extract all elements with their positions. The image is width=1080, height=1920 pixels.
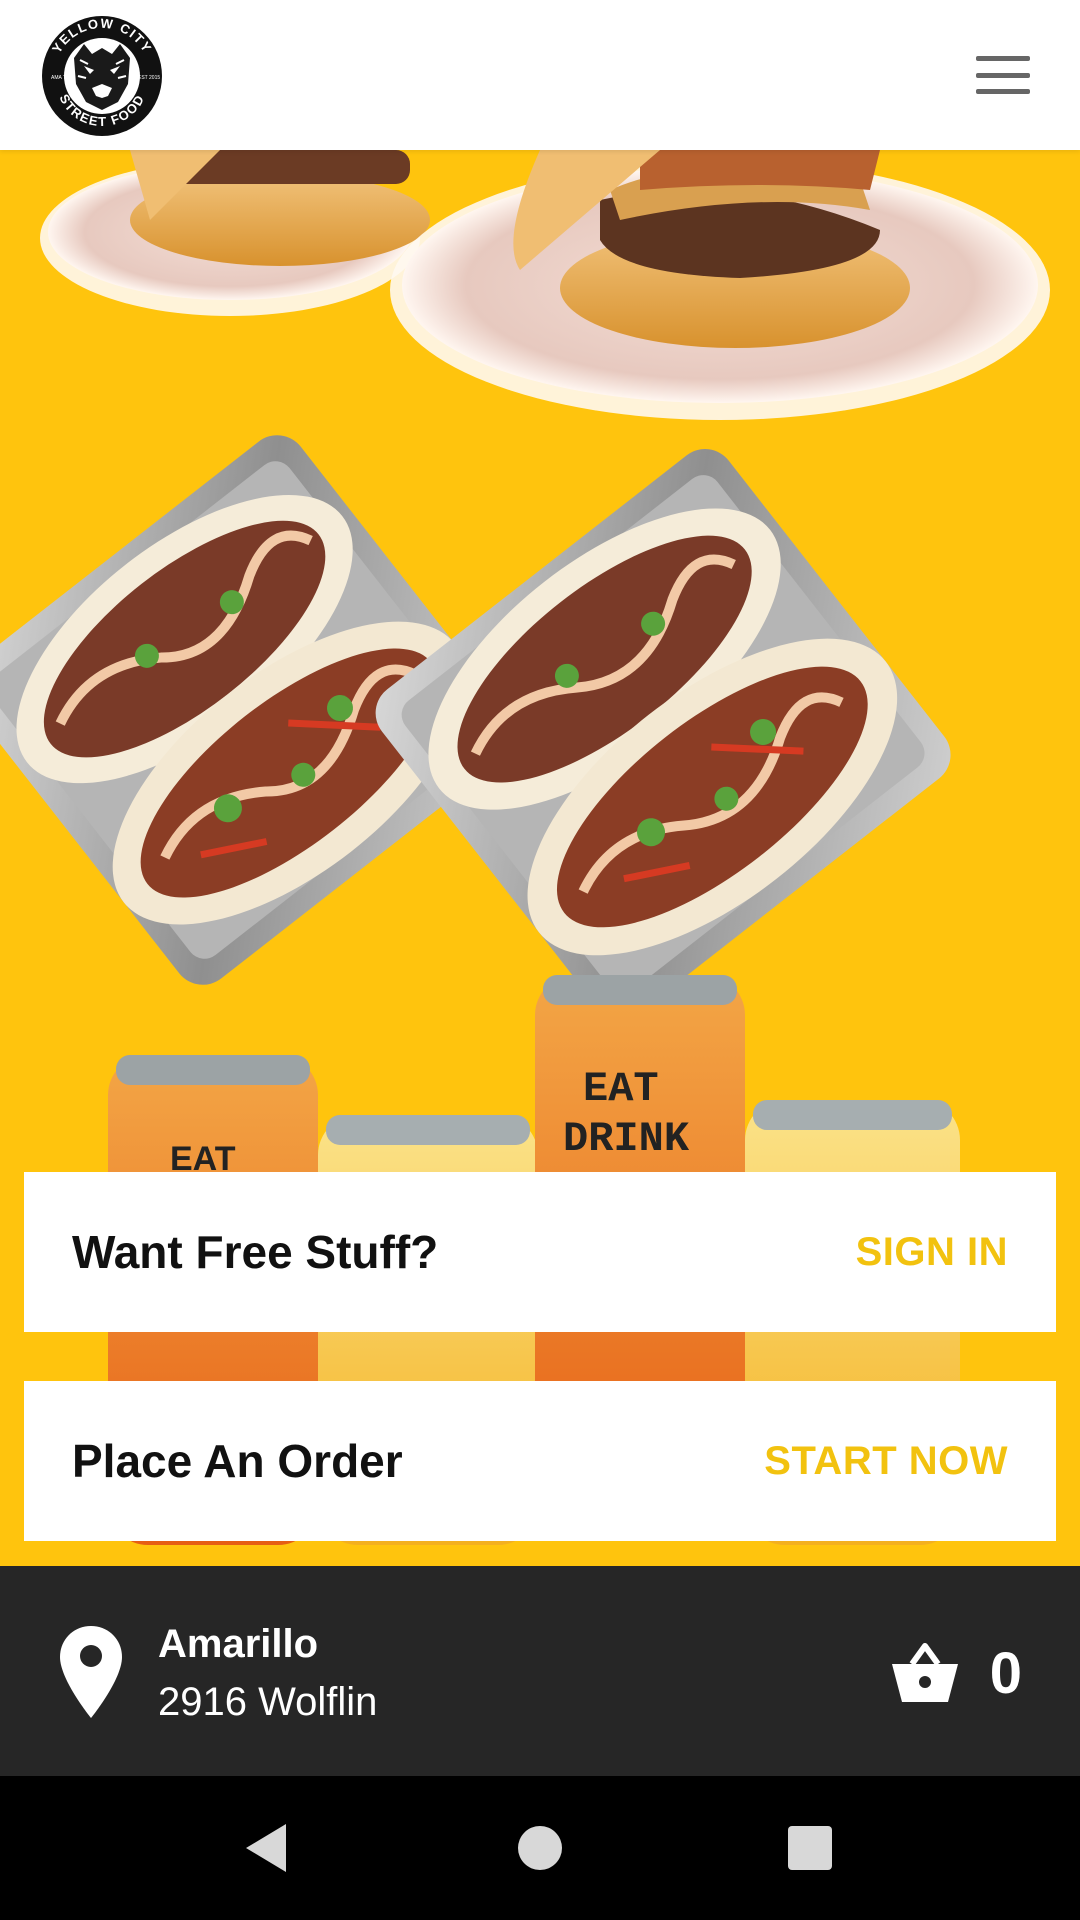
hero-food-image: EAT EAT DRINK bbox=[0, 150, 1080, 1566]
app-header: YELLOW CITY STREET FOOD AMA TX EST 2015 bbox=[0, 0, 1080, 150]
map-pin-icon bbox=[58, 1624, 124, 1720]
burger-plate-left bbox=[40, 150, 430, 316]
recents-square-icon[interactable] bbox=[778, 1816, 842, 1880]
start-now-button[interactable]: START NOW bbox=[764, 1439, 1008, 1484]
sign-in-card[interactable]: Want Free Stuff? SIGN IN bbox=[24, 1172, 1056, 1332]
can-text-line1: EAT bbox=[583, 1065, 659, 1113]
cart-count: 0 bbox=[989, 1640, 1022, 1706]
location-bar[interactable]: Amarillo 2916 Wolflin 0 bbox=[0, 1566, 1080, 1776]
brand-logo[interactable]: YELLOW CITY STREET FOOD AMA TX EST 2015 bbox=[40, 14, 164, 138]
basket-icon bbox=[890, 1642, 960, 1704]
sign-in-card-title: Want Free Stuff? bbox=[72, 1226, 439, 1278]
location-city: Amarillo bbox=[158, 1622, 319, 1666]
burger-plate-right bbox=[390, 150, 1050, 420]
taco-tray-right bbox=[375, 449, 951, 1019]
can-text-line2: DRINK bbox=[563, 1115, 690, 1163]
hamburger-menu-icon[interactable] bbox=[968, 50, 1038, 100]
system-nav-bar bbox=[0, 1776, 1080, 1920]
cart-button[interactable]: 0 bbox=[890, 1630, 1022, 1716]
logo-text-right: EST 2015 bbox=[138, 75, 160, 81]
place-order-card[interactable]: Place An Order START NOW bbox=[24, 1381, 1056, 1541]
logo-text-left: AMA TX bbox=[51, 75, 70, 81]
home-circle-icon[interactable] bbox=[508, 1816, 572, 1880]
location-street: 2916 Wolflin bbox=[158, 1680, 378, 1724]
sign-in-button[interactable]: SIGN IN bbox=[856, 1230, 1008, 1275]
place-order-card-title: Place An Order bbox=[72, 1435, 403, 1487]
back-triangle-icon[interactable] bbox=[236, 1816, 300, 1880]
